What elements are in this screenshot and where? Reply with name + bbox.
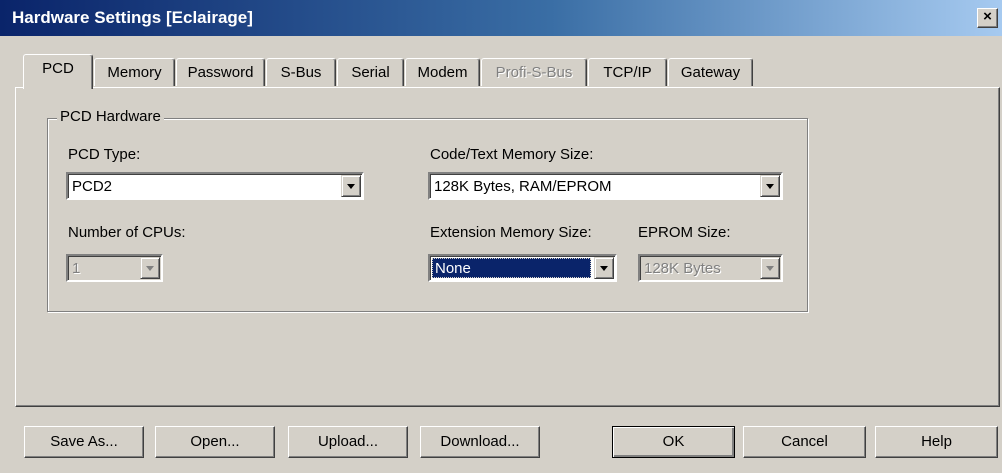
tab-memory[interactable]: Memory: [94, 58, 175, 86]
num-cpus-value: 1: [72, 260, 81, 277]
close-icon: ×: [983, 8, 992, 25]
tab-tcp-ip[interactable]: TCP/IP: [588, 58, 667, 86]
tab-label: Password: [187, 64, 254, 81]
chevron-down-icon[interactable]: [341, 175, 361, 197]
help-button[interactable]: Help: [875, 426, 998, 458]
chevron-down-icon[interactable]: [594, 257, 614, 279]
extension-memory-label: Extension Memory Size:: [430, 224, 592, 241]
chevron-down-icon[interactable]: [760, 175, 780, 197]
pcd-type-value: PCD2: [72, 178, 113, 195]
eprom-size-label: EPROM Size:: [638, 224, 731, 241]
tab-label: Serial: [351, 64, 390, 81]
eprom-size-value: 128K Bytes: [644, 260, 721, 277]
pcd-hardware-group: [47, 118, 808, 312]
tab-label: Modem: [417, 64, 468, 81]
tab-label: Memory: [107, 64, 162, 81]
num-cpus-label: Number of CPUs:: [68, 224, 186, 241]
upload-button[interactable]: Upload...: [288, 426, 408, 458]
code-text-memory-value: 128K Bytes, RAM/EPROM: [434, 178, 612, 195]
download-button[interactable]: Download...: [420, 426, 540, 458]
title-bar[interactable]: Hardware Settings [Eclairage] ×: [0, 0, 1002, 36]
tab-label: S-Bus: [280, 64, 322, 81]
ok-button[interactable]: OK: [612, 426, 735, 458]
extension-memory-value: None: [432, 258, 591, 278]
tab-label: TCP/IP: [603, 64, 652, 81]
pcd-type-label: PCD Type:: [68, 146, 141, 163]
tab-serial[interactable]: Serial: [337, 58, 404, 86]
tab-s-bus[interactable]: S-Bus: [266, 58, 336, 86]
tab-label: PCD: [42, 60, 74, 77]
save-as-button[interactable]: Save As...: [24, 426, 144, 458]
close-button[interactable]: ×: [977, 8, 998, 28]
tab-pcd[interactable]: PCD: [23, 54, 93, 89]
code-text-memory-select[interactable]: 128K Bytes, RAM/EPROM: [428, 172, 783, 200]
eprom-size-select: 128K Bytes: [638, 254, 783, 282]
tab-profi-s-bus: Profi-S-Bus: [481, 58, 587, 86]
window-title: Hardware Settings [Eclairage]: [12, 8, 253, 27]
num-cpus-select: 1: [66, 254, 163, 282]
group-label: PCD Hardware: [57, 108, 164, 125]
tab-label: Gateway: [680, 64, 741, 81]
pcd-type-select[interactable]: PCD2: [66, 172, 364, 200]
tab-password[interactable]: Password: [176, 58, 265, 86]
extension-memory-select[interactable]: None: [428, 254, 617, 282]
tab-label: Profi-S-Bus: [495, 64, 573, 81]
cancel-button[interactable]: Cancel: [743, 426, 866, 458]
tab-modem[interactable]: Modem: [405, 58, 480, 86]
chevron-down-icon: [760, 257, 780, 279]
code-text-memory-label: Code/Text Memory Size:: [430, 146, 594, 163]
open-button[interactable]: Open...: [155, 426, 275, 458]
chevron-down-icon: [140, 257, 160, 279]
tab-gateway[interactable]: Gateway: [668, 58, 753, 86]
